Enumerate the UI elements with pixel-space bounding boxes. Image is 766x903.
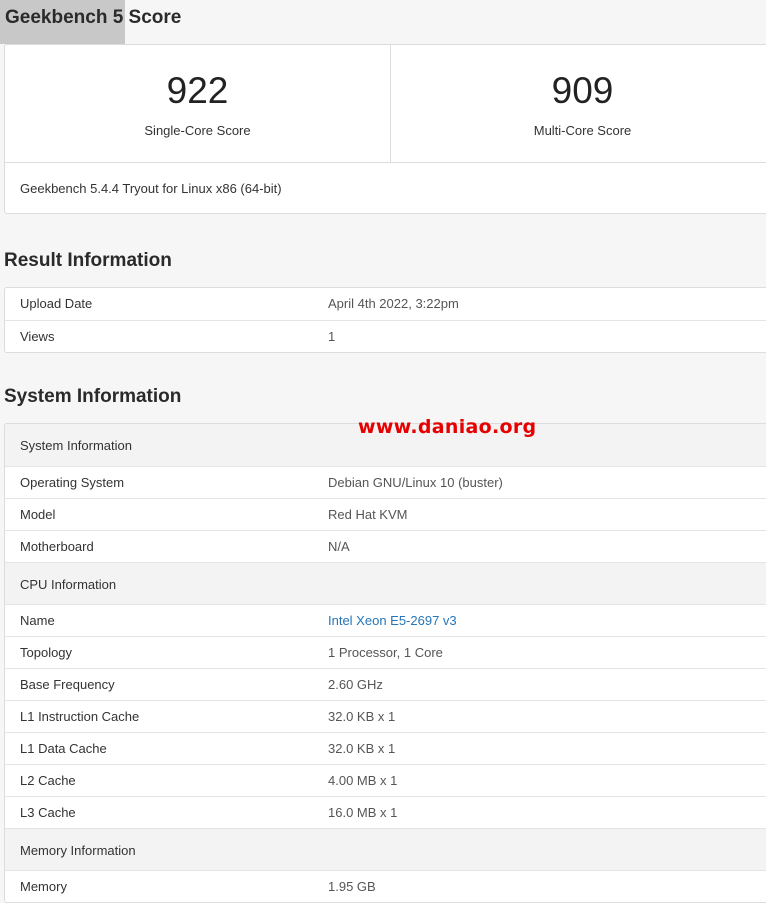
row-key: Name [20, 613, 55, 628]
row-key: L2 Cache [20, 773, 76, 788]
row-value: Debian GNU/Linux 10 (buster) [328, 475, 503, 490]
row-key: L3 Cache [20, 805, 76, 820]
row-value: April 4th 2022, 3:22pm [328, 296, 459, 311]
row-value: 32.0 KB x 1 [328, 709, 396, 724]
result-information-heading: Result Information [4, 250, 172, 271]
system-information-table: System Information Operating System Debi… [4, 423, 766, 903]
row-key: L1 Instruction Cache [20, 709, 140, 724]
row-key: Base Frequency [20, 677, 115, 692]
group-header-memory: Memory Information [5, 828, 766, 870]
row-key: Upload Date [20, 296, 93, 311]
table-row: Memory 1.95 GB [5, 870, 766, 902]
row-value: Red Hat KVM [328, 507, 408, 522]
row-value: 2.60 GHz [328, 677, 383, 692]
row-key: Model [20, 507, 56, 522]
row-key: L1 Data Cache [20, 741, 107, 756]
table-row: L3 Cache 16.0 MB x 1 [5, 796, 766, 828]
table-row: Upload Date April 4th 2022, 3:22pm [5, 288, 766, 320]
table-row: Operating System Debian GNU/Linux 10 (bu… [5, 466, 766, 498]
geekbench-version: Geekbench 5.4.4 Tryout for Linux x86 (64… [5, 162, 766, 214]
table-row: Name Intel Xeon E5-2697 v3 [5, 604, 766, 636]
table-row: L2 Cache 4.00 MB x 1 [5, 764, 766, 796]
single-core-score-cell: 922 Single-Core Score [5, 45, 391, 162]
cpu-name-link[interactable]: Intel Xeon E5-2697 v3 [328, 613, 457, 628]
row-value: 16.0 MB x 1 [328, 805, 398, 820]
table-row: Model Red Hat KVM [5, 498, 766, 530]
row-key: Views [20, 329, 55, 344]
row-key: Topology [20, 645, 73, 660]
row-value: 32.0 KB x 1 [328, 741, 396, 756]
table-row: L1 Instruction Cache 32.0 KB x 1 [5, 700, 766, 732]
page-title: Geekbench 5 Score [5, 7, 182, 28]
system-information-heading: System Information [4, 386, 182, 407]
table-row: Base Frequency 2.60 GHz [5, 668, 766, 700]
result-information-table: Upload Date April 4th 2022, 3:22pm Views… [4, 287, 766, 353]
watermark-text: www.daniao.org [358, 416, 537, 438]
row-key: Operating System [20, 475, 125, 490]
row-key: Memory [20, 879, 67, 894]
score-card: 922 Single-Core Score 909 Multi-Core Sco… [4, 44, 766, 214]
row-value: 1 Processor, 1 Core [328, 645, 443, 660]
table-row: Topology 1 Processor, 1 Core [5, 636, 766, 668]
row-value: 1.95 GB [328, 879, 376, 894]
row-value: N/A [328, 539, 350, 554]
multi-core-score-value: 909 [551, 70, 614, 111]
row-key: Motherboard [20, 539, 94, 554]
multi-core-score-cell: 909 Multi-Core Score [390, 45, 766, 162]
table-row: L1 Data Cache 32.0 KB x 1 [5, 732, 766, 764]
single-core-score-label: Single-Core Score [144, 123, 251, 138]
group-header-cpu: CPU Information [5, 562, 766, 604]
multi-core-score-label: Multi-Core Score [533, 123, 632, 138]
row-value: 4.00 MB x 1 [328, 773, 398, 788]
table-row: Motherboard N/A [5, 530, 766, 562]
single-core-score-value: 922 [166, 70, 229, 111]
table-row: Views 1 [5, 320, 766, 352]
row-value: 1 [328, 329, 336, 344]
